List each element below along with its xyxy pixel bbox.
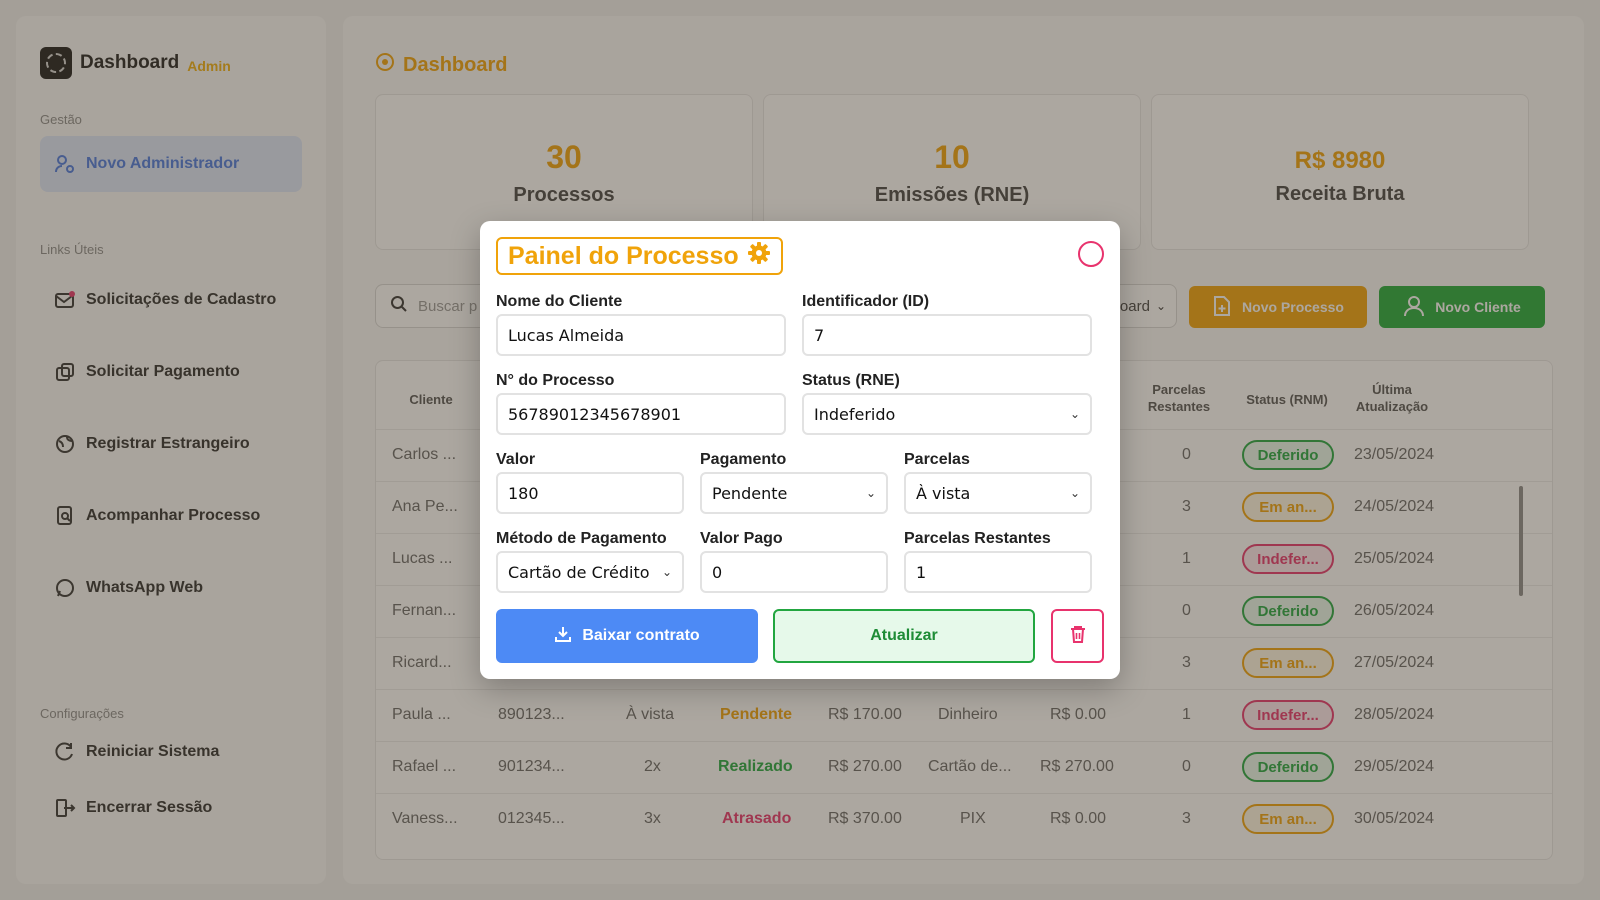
chevron-down-icon: ⌄ <box>865 486 876 500</box>
paid-value-input[interactable]: 0 <box>700 551 888 593</box>
payment-status-select[interactable]: Pendente ⌄ <box>700 472 888 514</box>
label-metodo-pagamento: Método de Pagamento <box>496 530 667 547</box>
close-button[interactable] <box>1078 241 1104 267</box>
label-valor: Valor <box>496 451 536 468</box>
identifier-input[interactable]: 7 <box>802 314 1092 356</box>
client-name-input[interactable]: Lucas Almeida <box>496 314 786 356</box>
remaining-installments-input[interactable]: 1 <box>904 551 1092 593</box>
status-rne-select[interactable]: Indeferido ⌄ <box>802 393 1092 435</box>
trash-icon <box>1069 624 1087 649</box>
label-status-rne: Status (RNE) <box>802 372 900 389</box>
label-valor-pago: Valor Pago <box>700 530 783 547</box>
label-parcelas-restantes: Parcelas Restantes <box>904 530 1051 547</box>
label-identificador: Identificador (ID) <box>802 293 930 310</box>
installments-select[interactable]: À vista ⌄ <box>904 472 1092 514</box>
process-number-input[interactable]: 56789012345678901 <box>496 393 786 435</box>
label-nome-cliente: Nome do Cliente <box>496 293 623 310</box>
payment-method-select[interactable]: Cartão de Crédito ⌄ <box>496 551 684 593</box>
chevron-down-icon: ⌄ <box>1069 407 1080 421</box>
gear-icon <box>747 241 771 272</box>
download-icon <box>554 625 572 648</box>
label-pagamento: Pagamento <box>700 451 787 468</box>
chevron-down-icon: ⌄ <box>661 565 672 579</box>
value-input[interactable]: 180 <box>496 472 684 514</box>
modal-title: Painel do Processo <box>496 237 783 275</box>
label-numero-processo: N° do Processo <box>496 372 615 389</box>
chevron-down-icon: ⌄ <box>1069 486 1080 500</box>
label-parcelas: Parcelas <box>904 451 970 468</box>
process-panel-modal: Painel do Processo Nome do Cliente Lucas… <box>480 221 1120 679</box>
download-contract-button[interactable]: Baixar contrato <box>496 609 758 663</box>
delete-button[interactable] <box>1051 609 1104 663</box>
update-button[interactable]: Atualizar <box>773 609 1035 663</box>
